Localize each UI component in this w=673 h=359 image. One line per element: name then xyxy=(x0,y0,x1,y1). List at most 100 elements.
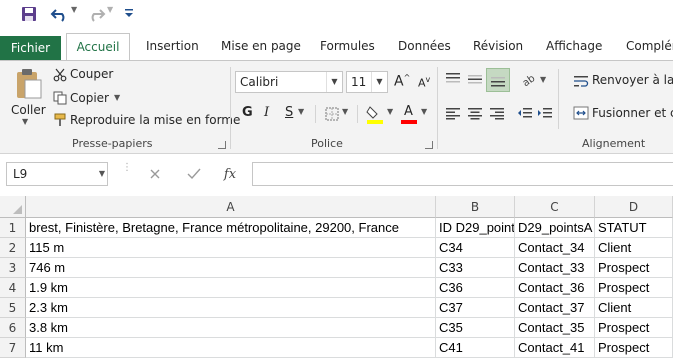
name-box[interactable]: L9 ▼ xyxy=(6,162,108,186)
column-header-b[interactable]: B xyxy=(436,196,515,218)
column-header-d[interactable]: D xyxy=(595,196,673,218)
tab-accueil[interactable]: Accueil xyxy=(66,33,130,61)
cell-a6[interactable]: 3.8 km xyxy=(26,318,436,338)
align-center-icon[interactable] xyxy=(466,105,484,121)
cell-a2[interactable]: 115 m xyxy=(26,238,436,258)
tab-mise-en-page[interactable]: Mise en page xyxy=(221,33,301,60)
clipboard-launcher-icon[interactable] xyxy=(218,141,226,149)
underline-dropdown-icon[interactable]: ▼ xyxy=(298,107,304,116)
cell-d6[interactable]: Prospect xyxy=(595,318,673,338)
borders-dropdown-icon[interactable]: ▼ xyxy=(342,107,348,116)
row-header[interactable]: 1 xyxy=(0,218,26,238)
cell-b3[interactable]: C33 xyxy=(436,258,515,278)
cell-d4[interactable]: Prospect xyxy=(595,278,673,298)
fill-color-dropdown-icon[interactable]: ▼ xyxy=(387,107,393,116)
customize-icon[interactable] xyxy=(124,5,134,19)
tab-fichier[interactable]: Fichier xyxy=(0,36,61,60)
cell-d7[interactable]: Prospect xyxy=(595,338,673,358)
tab-formules[interactable]: Formules xyxy=(320,33,375,60)
cell-b1[interactable]: ID D29_points xyxy=(436,218,515,238)
align-top-icon[interactable] xyxy=(444,71,462,87)
paste-button[interactable]: Coller xyxy=(11,103,46,117)
cell-c3[interactable]: Contact_33 xyxy=(515,258,595,278)
underline-button[interactable]: S xyxy=(285,105,293,120)
align-middle-icon[interactable] xyxy=(466,71,484,87)
chevron-down-icon[interactable]: ▼ xyxy=(326,72,342,92)
cell-a7[interactable]: 11 km xyxy=(26,338,436,358)
format-painter-button[interactable]: Reproduire la mise en forme xyxy=(70,113,240,127)
cut-button[interactable]: Couper xyxy=(70,67,113,81)
cell-c1[interactable]: D29_pointsA xyxy=(515,218,595,238)
font-color-dropdown-icon[interactable]: ▼ xyxy=(421,107,427,116)
grow-font-button[interactable]: A^ xyxy=(394,73,410,90)
cell-a5[interactable]: 2.3 km xyxy=(26,298,436,318)
cell-b2[interactable]: C34 xyxy=(436,238,515,258)
copy-dropdown-icon[interactable]: ▼ xyxy=(114,93,120,102)
chevron-down-icon[interactable]: ▼ xyxy=(371,72,387,92)
formula-input[interactable] xyxy=(252,162,673,186)
undo-dropdown-icon[interactable]: ▼ xyxy=(71,5,77,14)
tab-complements[interactable]: Complém xyxy=(626,33,673,60)
font-name-combo[interactable]: Calibri ▼ xyxy=(235,71,343,93)
align-right-icon[interactable] xyxy=(488,105,506,121)
paste-dropdown-icon[interactable]: ▼ xyxy=(22,117,28,126)
cell-b5[interactable]: C37 xyxy=(436,298,515,318)
enter-icon[interactable] xyxy=(180,162,208,186)
cell-a1[interactable]: brest, Finistère, Bretagne, France métro… xyxy=(26,218,436,238)
cell-b7[interactable]: C41 xyxy=(436,338,515,358)
save-icon[interactable] xyxy=(20,5,38,23)
wrap-text-button[interactable]: Renvoyer à la lig xyxy=(592,73,673,87)
formula-bar-splitter[interactable]: ⋮ xyxy=(122,163,132,183)
cell-a3[interactable]: 746 m xyxy=(26,258,436,278)
cell-d3[interactable]: Prospect xyxy=(595,258,673,278)
column-header-a[interactable]: A xyxy=(26,196,436,218)
cell-a4[interactable]: 1.9 km xyxy=(26,278,436,298)
row-header[interactable]: 7 xyxy=(0,338,26,358)
redo-icon[interactable] xyxy=(86,5,106,23)
increase-indent-icon[interactable] xyxy=(536,105,554,121)
row-header[interactable]: 2 xyxy=(0,238,26,258)
cell-b4[interactable]: C36 xyxy=(436,278,515,298)
row-header[interactable]: 5 xyxy=(0,298,26,318)
italic-button[interactable]: I xyxy=(264,105,269,120)
tab-revision[interactable]: Révision xyxy=(473,33,523,60)
align-left-icon[interactable] xyxy=(444,105,462,121)
fill-color-icon[interactable] xyxy=(366,104,384,124)
borders-icon[interactable] xyxy=(324,106,340,122)
row-header[interactable]: 3 xyxy=(0,258,26,278)
cell-c5[interactable]: Contact_37 xyxy=(515,298,595,318)
shrink-font-button[interactable]: Av xyxy=(418,75,430,90)
cell-b6[interactable]: C35 xyxy=(436,318,515,338)
column-header-c[interactable]: C xyxy=(515,196,595,218)
font-launcher-icon[interactable] xyxy=(425,141,433,149)
font-size-combo[interactable]: 11 ▼ xyxy=(346,71,388,93)
decrease-indent-icon[interactable] xyxy=(516,105,534,121)
row-header[interactable]: 6 xyxy=(0,318,26,338)
chevron-down-icon[interactable]: ▼ xyxy=(99,163,105,185)
orientation-icon[interactable]: ab xyxy=(519,71,539,87)
cell-c2[interactable]: Contact_34 xyxy=(515,238,595,258)
tab-insertion[interactable]: Insertion xyxy=(146,33,199,60)
cell-d2[interactable]: Client xyxy=(595,238,673,258)
cell-c4[interactable]: Contact_36 xyxy=(515,278,595,298)
cell-c6[interactable]: Contact_35 xyxy=(515,318,595,338)
cell-d5[interactable]: Client xyxy=(595,298,673,318)
font-color-icon[interactable]: A xyxy=(400,104,418,124)
wrap-text-icon[interactable] xyxy=(572,73,590,89)
paste-icon[interactable] xyxy=(10,67,46,101)
cancel-icon[interactable] xyxy=(141,162,169,186)
cell-d1[interactable]: STATUT xyxy=(595,218,673,238)
insert-function-icon[interactable]: fx xyxy=(216,162,244,186)
row-header[interactable]: 4 xyxy=(0,278,26,298)
copy-button[interactable]: Copier xyxy=(70,91,109,105)
align-bottom-icon[interactable] xyxy=(486,68,510,92)
tab-affichage[interactable]: Affichage xyxy=(546,33,602,60)
cell-c7[interactable]: Contact_41 xyxy=(515,338,595,358)
tab-donnees[interactable]: Données xyxy=(398,33,451,60)
bold-button[interactable]: G xyxy=(242,105,253,120)
merge-center-icon[interactable] xyxy=(572,105,590,121)
select-all-button[interactable] xyxy=(0,196,26,218)
merge-center-button[interactable]: Fusionner et ce xyxy=(592,106,673,120)
undo-icon[interactable] xyxy=(50,5,70,23)
orientation-dropdown-icon[interactable]: ▼ xyxy=(540,75,546,84)
